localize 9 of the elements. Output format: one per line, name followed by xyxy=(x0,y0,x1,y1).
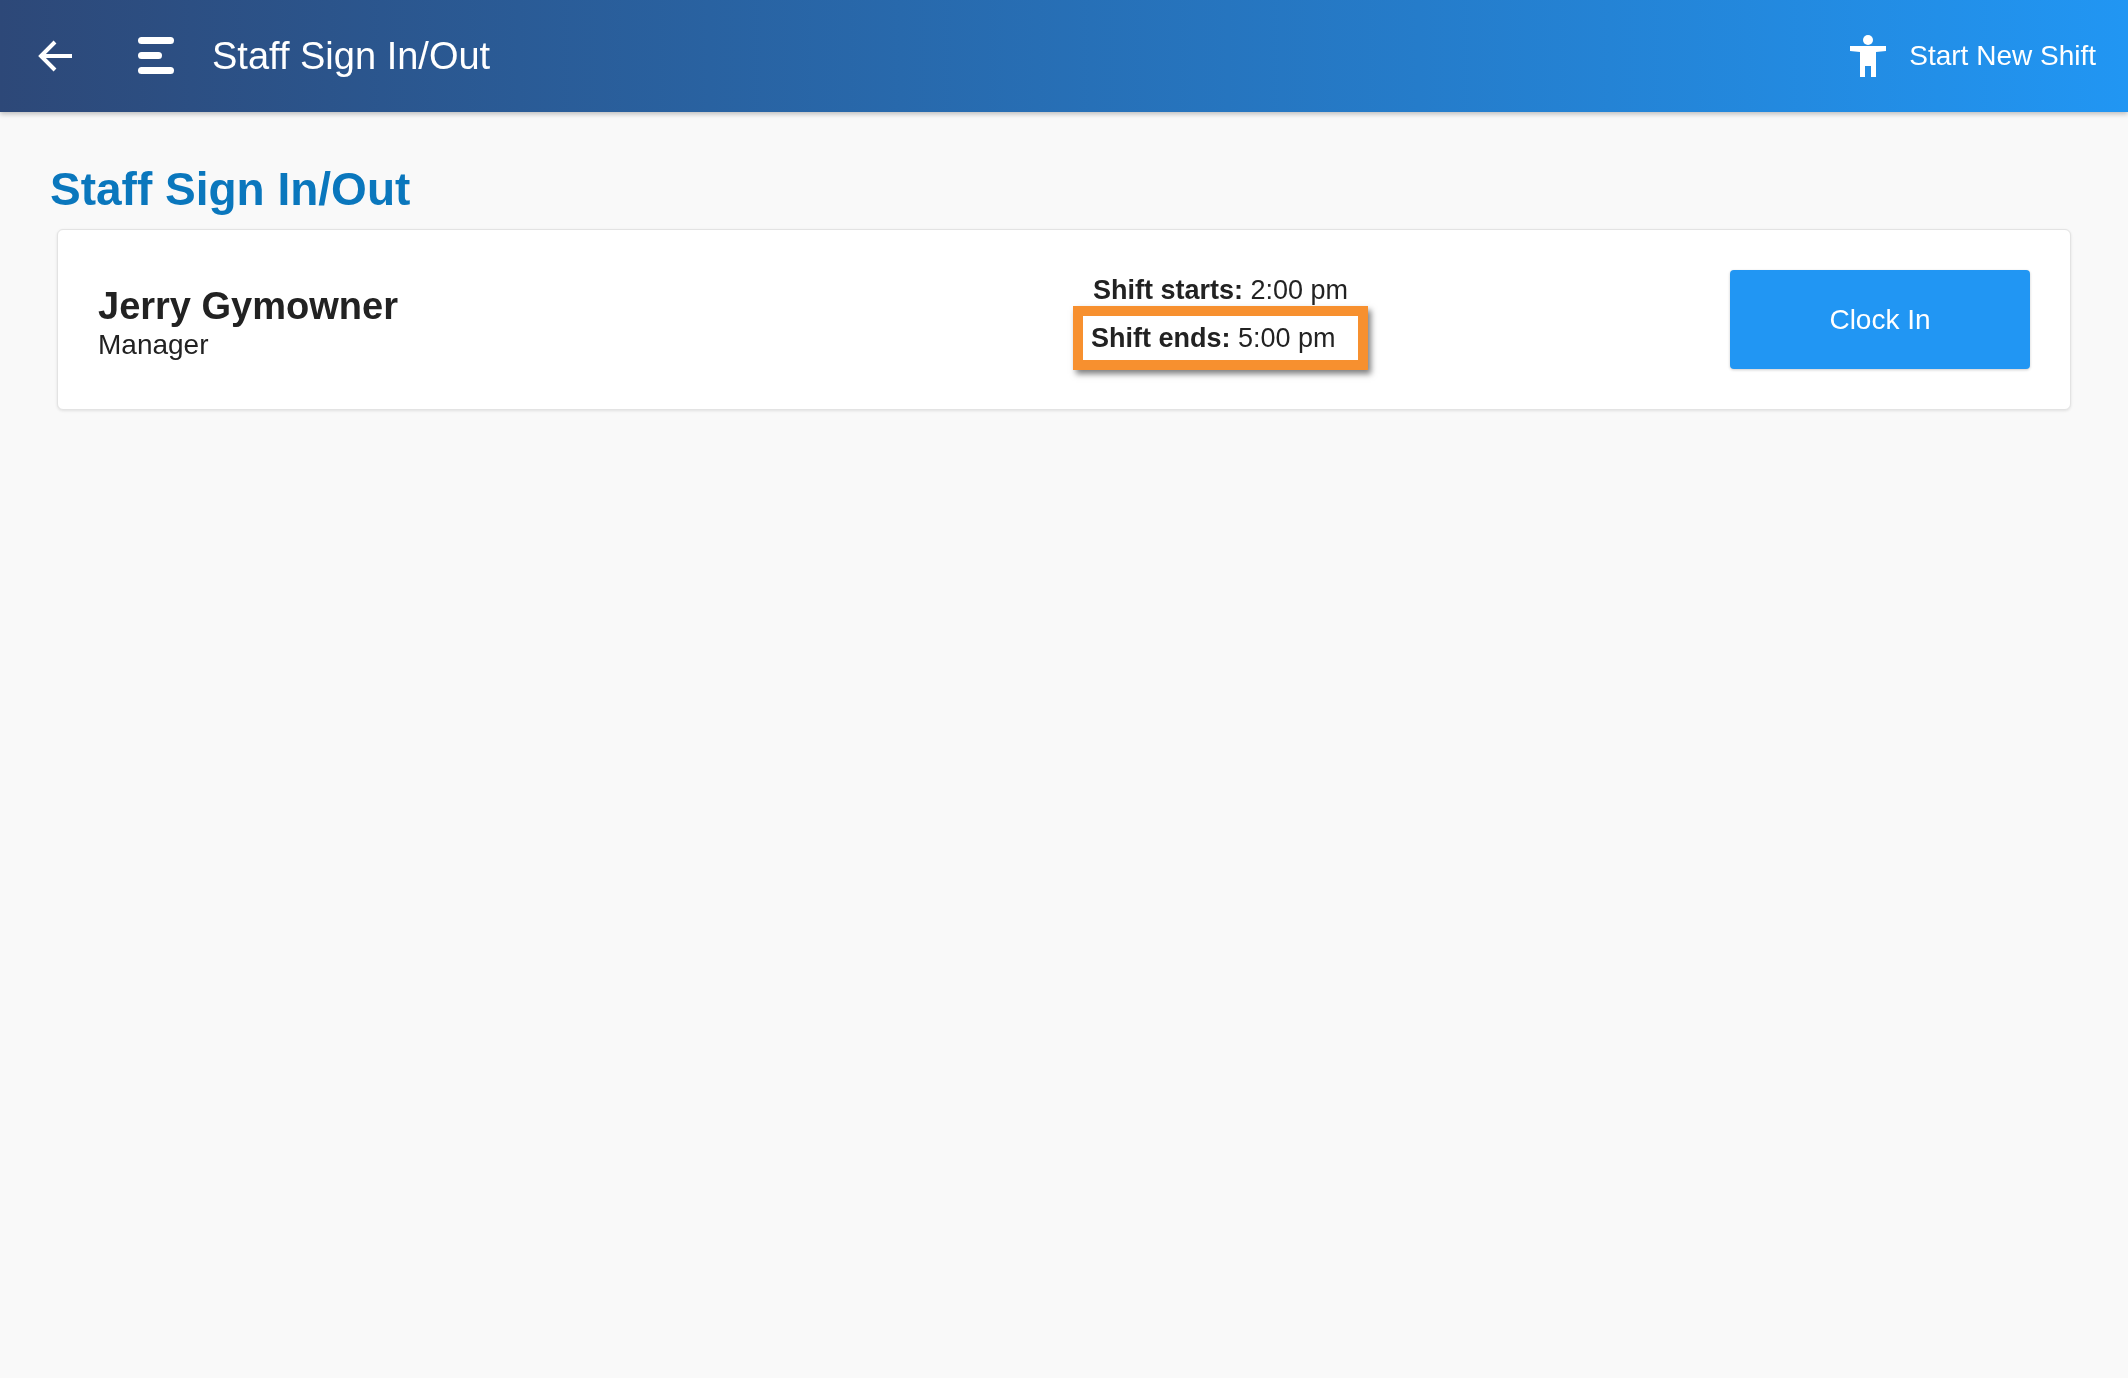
start-new-shift-button[interactable]: Start New Shift xyxy=(1845,29,2100,83)
app-title: Staff Sign In/Out xyxy=(212,33,491,79)
page-heading: Staff Sign In/Out xyxy=(50,162,412,217)
staff-role: Manager xyxy=(98,327,210,362)
person-icon xyxy=(1849,35,1888,77)
shift-time: Shift starts: 2:00 pm xyxy=(1091,273,1349,306)
clock-in-button[interactable]: Clock In xyxy=(1730,270,2030,370)
staff-name: Jerry Gymowner xyxy=(98,286,398,328)
highlighted-shift-time: Shift ends: 5:00 pm xyxy=(1072,305,1368,370)
